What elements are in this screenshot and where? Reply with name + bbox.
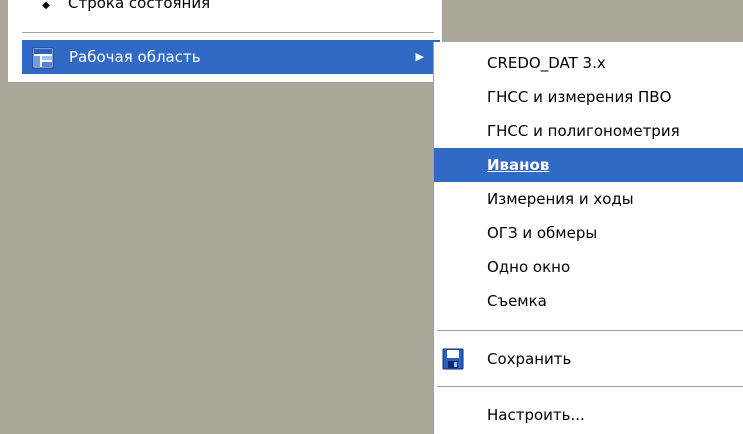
submenu-item-gnss-polygonometry[interactable]: ГНСС и полигонометрия bbox=[434, 114, 743, 148]
submenu-separator bbox=[437, 330, 743, 332]
menu-item-status-bar-label: Строка состояния bbox=[68, 0, 211, 12]
main-menu: ◆ Строка состояния Рабочая область ▶ bbox=[8, 0, 443, 83]
submenu-item-label: CREDO_DAT 3.x bbox=[487, 54, 606, 72]
menu-item-status-bar[interactable]: ◆ Строка состояния bbox=[8, 0, 442, 19]
menu-separator bbox=[22, 32, 434, 34]
submenu-item-configure-label: Настроить... bbox=[487, 406, 585, 424]
submenu-item-label: ОГЗ и обмеры bbox=[487, 224, 598, 242]
submenu-item-ogz-surveys[interactable]: ОГЗ и обмеры bbox=[434, 216, 743, 250]
submenu-item-label: ГНСС и измерения ПВО bbox=[487, 88, 672, 106]
submenu-item-credo-dat[interactable]: CREDO_DAT 3.x bbox=[434, 46, 743, 80]
submenu-separator bbox=[437, 386, 743, 388]
submenu-item-survey[interactable]: Съемка bbox=[434, 284, 743, 318]
menu-item-workspace-label: Рабочая область bbox=[69, 48, 201, 66]
submenu-item-label: Иванов bbox=[487, 156, 550, 174]
workspace-submenu: CREDO_DAT 3.x ГНСС и измерения ПВО ГНСС … bbox=[433, 42, 743, 434]
submenu-item-configure[interactable]: Настроить... bbox=[434, 398, 743, 432]
submenu-item-single-window[interactable]: Одно окно bbox=[434, 250, 743, 284]
check-bullet-icon: ◆ bbox=[42, 0, 50, 11]
submenu-item-gnss-pvo[interactable]: ГНСС и измерения ПВО bbox=[434, 80, 743, 114]
submenu-item-label: Съемка bbox=[487, 292, 547, 310]
submenu-item-label: ГНСС и полигонометрия bbox=[487, 122, 680, 140]
submenu-item-measurements-traverses[interactable]: Измерения и ходы bbox=[434, 182, 743, 216]
menu-item-workspace[interactable]: Рабочая область ▶ bbox=[22, 40, 440, 74]
submenu-item-ivanov[interactable]: Иванов bbox=[434, 148, 743, 182]
workspace-icon bbox=[32, 47, 54, 69]
submenu-item-save-label: Сохранить bbox=[487, 350, 572, 368]
submenu-item-save[interactable]: Сохранить bbox=[434, 342, 743, 376]
save-floppy-icon bbox=[442, 348, 464, 370]
submenu-arrow-icon: ▶ bbox=[415, 50, 424, 63]
submenu-item-label: Измерения и ходы bbox=[487, 190, 634, 208]
submenu-item-label: Одно окно bbox=[487, 258, 571, 276]
